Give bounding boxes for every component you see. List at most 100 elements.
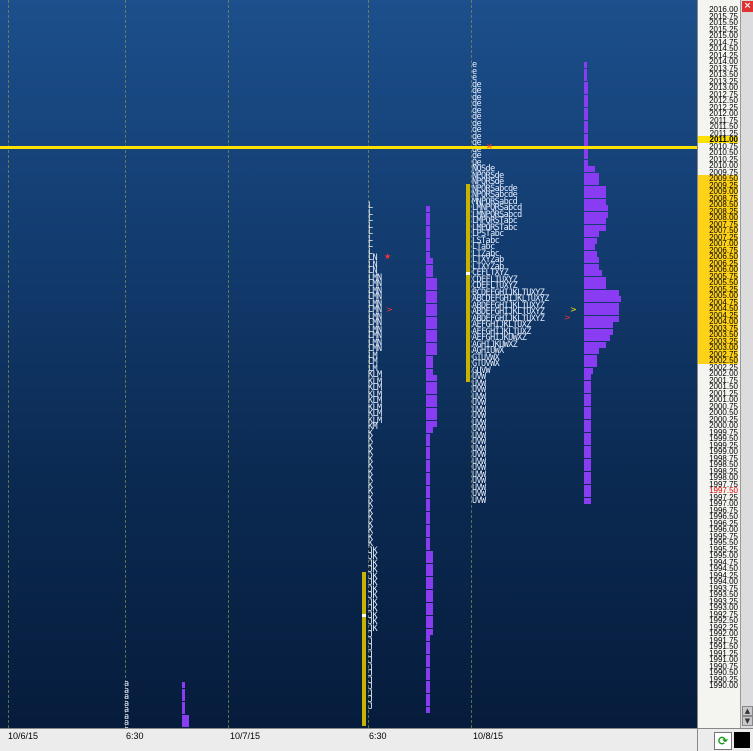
volume-bar <box>426 251 430 258</box>
volume-bar <box>426 225 430 232</box>
volume-bar <box>584 81 589 88</box>
scroll-up-arrow-icon[interactable]: ▲ <box>742 706 753 716</box>
volume-bar <box>584 458 591 465</box>
volume-bar <box>584 244 595 250</box>
tpo-row: UVW <box>472 495 486 506</box>
price-marker-x: ✕ <box>486 142 493 151</box>
volume-bar <box>426 661 430 667</box>
volume-bar <box>584 361 598 367</box>
volume-bar <box>426 654 430 661</box>
volume-bar <box>426 232 430 238</box>
volume-bar <box>426 453 430 459</box>
volume-bar <box>584 276 606 283</box>
volume-bar <box>584 166 595 172</box>
volume-bar <box>426 485 430 492</box>
volume-bar <box>426 303 437 310</box>
volume-bar <box>426 511 430 518</box>
volume-bar <box>584 432 591 439</box>
volume-bar <box>584 302 620 309</box>
volume-bar <box>182 695 185 701</box>
price-marker-left-arrow: > <box>386 305 393 314</box>
volume-bar <box>584 218 606 224</box>
volume-bar <box>426 479 430 485</box>
volume-bar <box>426 505 430 511</box>
volume-bar <box>584 426 591 432</box>
volume-bar <box>426 433 430 440</box>
volume-bar <box>426 693 430 700</box>
volume-bar <box>426 596 434 602</box>
volume-bar <box>584 263 600 270</box>
volume-bar <box>182 714 189 721</box>
volume-bar <box>584 354 598 361</box>
volume-bar <box>584 257 600 263</box>
volume-bar <box>426 245 430 251</box>
volume-bar <box>426 342 437 349</box>
price-label: 1990.00 <box>709 681 738 690</box>
volume-bar <box>426 472 430 479</box>
value-area-bar-day3 <box>466 184 470 382</box>
time-label: 10/6/15 <box>8 731 39 741</box>
volume-bar <box>584 120 589 127</box>
volume-bar <box>426 238 430 245</box>
volume-bar <box>584 471 591 478</box>
volume-bar <box>584 198 606 205</box>
volume-bar <box>182 688 185 695</box>
volume-bar <box>426 544 430 550</box>
volume-bar <box>426 589 434 596</box>
volume-bar <box>584 465 591 471</box>
volume-bar <box>426 427 434 433</box>
volume-bar <box>426 401 437 407</box>
volume-bar <box>584 413 591 419</box>
volume-bar <box>584 75 587 81</box>
volume-bar <box>426 362 434 368</box>
market-profile-chart[interactable]: aaaaaaaaaaaaa LLLLLLLLLNLNLNLMNLMNLMNLMN… <box>0 0 697 728</box>
scroll-down-arrow-icon[interactable]: ▼ <box>742 716 753 726</box>
volume-bar <box>584 133 589 140</box>
tpo-row: J <box>368 701 373 712</box>
volume-bar <box>426 648 430 654</box>
volume-bar <box>584 439 591 445</box>
volume-bar <box>584 62 587 68</box>
volume-bar <box>182 701 185 708</box>
volume-bar <box>584 484 591 491</box>
volume-bar <box>584 406 591 413</box>
volume-bar <box>584 224 606 231</box>
volume-bar <box>584 296 622 302</box>
poc-marker-day2 <box>362 614 366 617</box>
volume-bar <box>426 329 437 336</box>
value-area-bar-day2 <box>362 572 366 726</box>
volume-bar <box>426 524 430 531</box>
volume-bar <box>584 289 620 296</box>
volume-bar <box>584 107 589 114</box>
volume-bar <box>426 576 434 583</box>
volume-bar <box>426 609 434 615</box>
volume-bar <box>426 420 437 427</box>
refresh-icon[interactable]: ⟳ <box>714 732 732 750</box>
volume-bar <box>426 284 437 290</box>
time-axis: 10/6/15 6:30 10/7/15 6:30 10/8/15 <box>0 728 697 751</box>
volume-bar <box>584 114 589 120</box>
volume-bar <box>426 277 437 284</box>
volume-bar <box>584 478 591 484</box>
volume-bar <box>584 393 591 400</box>
time-label: 10/7/15 <box>230 731 261 741</box>
volume-bar <box>426 264 434 271</box>
time-label: 6:30 <box>126 731 144 741</box>
volume-bar <box>426 466 430 472</box>
volume-bar <box>426 570 434 576</box>
close-icon[interactable]: × <box>742 1 753 12</box>
volume-bar <box>426 258 434 264</box>
volume-bar <box>584 309 620 315</box>
volume-bar <box>584 205 609 211</box>
volume-bar <box>426 498 430 505</box>
volume-bar <box>584 172 600 179</box>
volume-bar <box>426 635 430 641</box>
volume-bar <box>426 446 430 453</box>
color-swatch[interactable] <box>734 732 750 748</box>
volume-bar <box>584 192 606 198</box>
vertical-scrollbar[interactable]: × ▲ ▼ <box>740 0 753 728</box>
volume-bar <box>182 682 185 688</box>
volume-bar <box>426 316 437 323</box>
volume-bar <box>426 375 437 381</box>
price-marker-right-red: > <box>564 313 571 322</box>
